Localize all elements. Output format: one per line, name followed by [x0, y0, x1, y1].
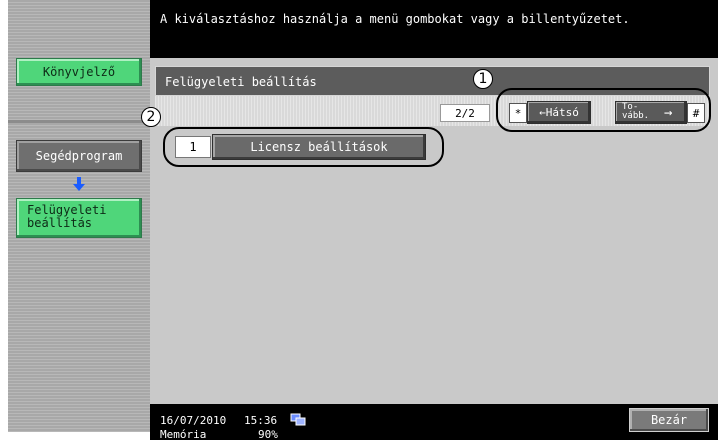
memory-label: Memória	[160, 428, 207, 441]
arrow-down-icon	[72, 177, 86, 193]
back-label: ←Hátsó	[539, 106, 579, 119]
forward-button[interactable]: To- vább. →	[615, 101, 687, 124]
status-time: 15:36	[244, 414, 278, 427]
utility-label: Segédprogram	[35, 149, 123, 163]
forward-label-line2: vább.	[622, 111, 650, 121]
admin-label-line2: beállítás	[27, 216, 93, 230]
license-settings-button[interactable]: Licensz beállítások	[212, 134, 426, 160]
screen-title: Felügyeleti beállítás	[165, 75, 317, 89]
memory-value: 90%	[258, 428, 278, 441]
back-button[interactable]: ←Hátsó	[527, 101, 591, 124]
back-key-label: *	[509, 103, 527, 123]
bookmark-button[interactable]: Könyvjelző	[16, 58, 142, 86]
forward-arrow-icon: →	[664, 105, 673, 121]
callout-number-1: 1	[473, 69, 493, 89]
network-status-icon	[290, 411, 306, 426]
close-label: Bezár	[650, 413, 688, 427]
close-button[interactable]: Bezár	[629, 408, 709, 432]
bookmark-label: Könyvjelző	[42, 65, 116, 79]
list-item-label: Licensz beállítások	[250, 140, 388, 154]
callout-number-2: 2	[141, 107, 161, 127]
admin-settings-button[interactable]: Felügyeleti beállítás	[16, 198, 142, 238]
page-indicator: 2/2	[440, 104, 490, 122]
status-date: 16/07/2010	[160, 414, 227, 427]
list-item-number: 1	[175, 136, 211, 158]
forward-key-label: #	[687, 103, 705, 123]
sidebar-divider	[8, 120, 150, 123]
message-bar	[150, 0, 718, 58]
instruction-text: A kiválasztáshoz használja a menü gombok…	[160, 12, 630, 26]
utility-button[interactable]: Segédprogram	[16, 140, 142, 172]
